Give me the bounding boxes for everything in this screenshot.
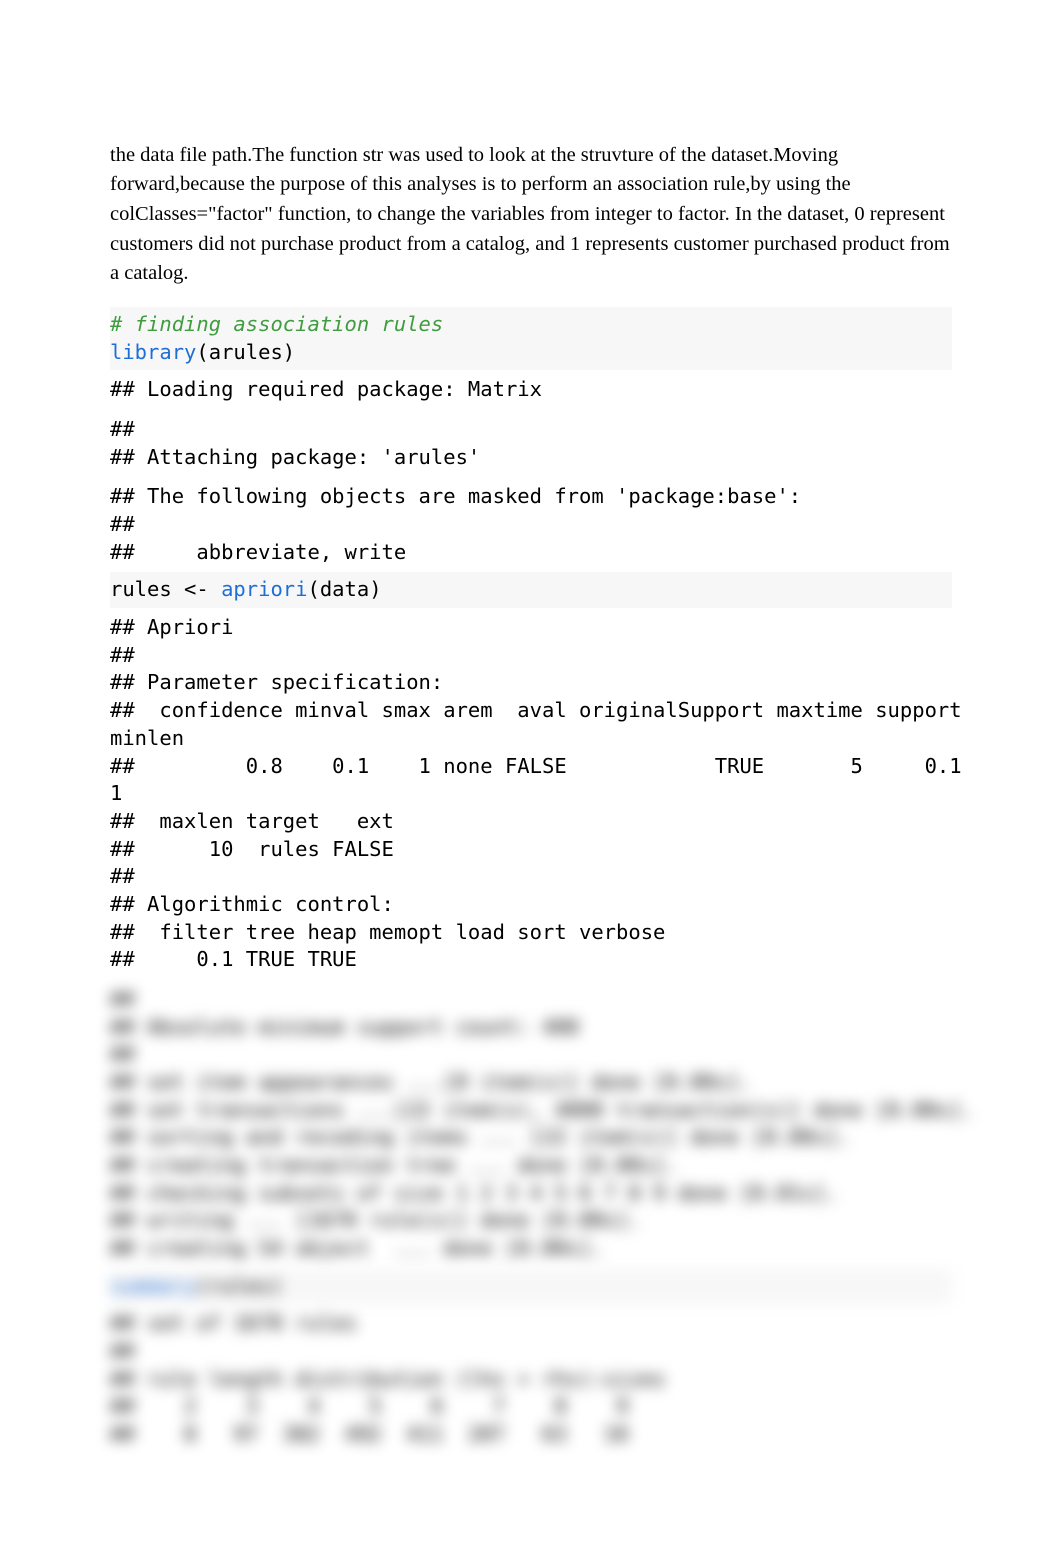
fn-apriori: apriori [221, 577, 307, 601]
out-line: ## Apriori [110, 615, 233, 639]
fn-summary: summary [110, 1274, 196, 1298]
code-prefix: rules <- [110, 577, 221, 601]
fn-library: library [110, 340, 196, 364]
out-line: ## writing ... [1670 rule(s)] done [0.00… [110, 1208, 641, 1232]
out-line: ## set of 1670 rules [110, 1311, 357, 1335]
apriori-arg: (data) [308, 577, 382, 601]
intro-paragraph: the data file path.The function str was … [110, 141, 952, 290]
out-line: ## [110, 417, 147, 441]
code-comment: # finding association rules [110, 312, 443, 336]
out-line: ## confidence minval smax arem aval orig… [110, 698, 962, 722]
out-line: ## Absolute minimum support count: 400 [110, 1015, 579, 1039]
out-line: ## Attaching package: 'arules' [110, 445, 480, 469]
out-line: ## 10 rules FALSE [110, 837, 394, 861]
out-line: ## Loading required package: Matrix [110, 377, 542, 401]
out-line: ## Algorithmic control: [110, 892, 394, 916]
out-line: ## set transactions ...[22 item(s), 4000… [110, 1098, 974, 1122]
out-line: ## maxlen target ext [110, 809, 394, 833]
out-line: ## sorting and recoding items ... [22 it… [110, 1125, 851, 1149]
out-line: ## filter tree heap memopt load sort ver… [110, 920, 665, 944]
document-page: the data file path.The function str was … [0, 0, 1062, 1515]
out-line: ## set item appearances ...[0 item(s)] d… [110, 1070, 752, 1094]
output-block-2: ## ## Attaching package: 'arules' [110, 410, 952, 477]
out-line: minlen [110, 726, 184, 750]
code-block-blurred: summary(rules) [110, 1269, 952, 1305]
out-line: ## [110, 643, 147, 667]
out-line: ## [110, 512, 147, 536]
out-line: ## The following objects are masked from… [110, 484, 801, 508]
code-block-2: rules <- apriori(data) [110, 572, 952, 608]
out-line: ## 8 97 382 492 411 207 63 10 [110, 1422, 641, 1446]
out-line: ## rule length distribution (lhs + rhs):… [110, 1367, 665, 1391]
out-line: ## 0.8 0.1 1 none FALSE TRUE 5 0.1 [110, 754, 962, 778]
summary-arg: (rules) [196, 1274, 282, 1298]
out-line: ## [110, 1042, 135, 1066]
out-line: ## [110, 987, 135, 1011]
out-line: ## [110, 864, 147, 888]
output-block-3: ## The following objects are masked from… [110, 477, 952, 572]
out-line: ## Parameter specification: [110, 670, 443, 694]
out-line: ## 2 3 4 5 6 7 8 9 [110, 1394, 641, 1418]
code-block-1: # finding association rules library(arul… [110, 307, 952, 370]
output-block-1: ## Loading required package: Matrix [110, 370, 952, 410]
out-line: 1 [110, 781, 122, 805]
out-line: ## creating transaction tree ... done [0… [110, 1153, 678, 1177]
out-line: ## [110, 1339, 135, 1363]
out-line: ## 0.1 TRUE TRUE [110, 947, 382, 971]
output-block-blurred: ## ## Absolute minimum support count: 40… [110, 980, 952, 1269]
output-block-4: ## Apriori ## ## Parameter specification… [110, 608, 952, 980]
out-line: ## abbreviate, write [110, 540, 406, 564]
output-block-blurred-2: ## set of 1670 rules ## ## rule length d… [110, 1304, 952, 1454]
out-line: ## creating S4 object ... done [0.00s]. [110, 1236, 604, 1260]
out-line: ## checking subsets of size 1 2 3 4 5 6 … [110, 1181, 838, 1205]
lib-arg: (arules) [196, 340, 295, 364]
